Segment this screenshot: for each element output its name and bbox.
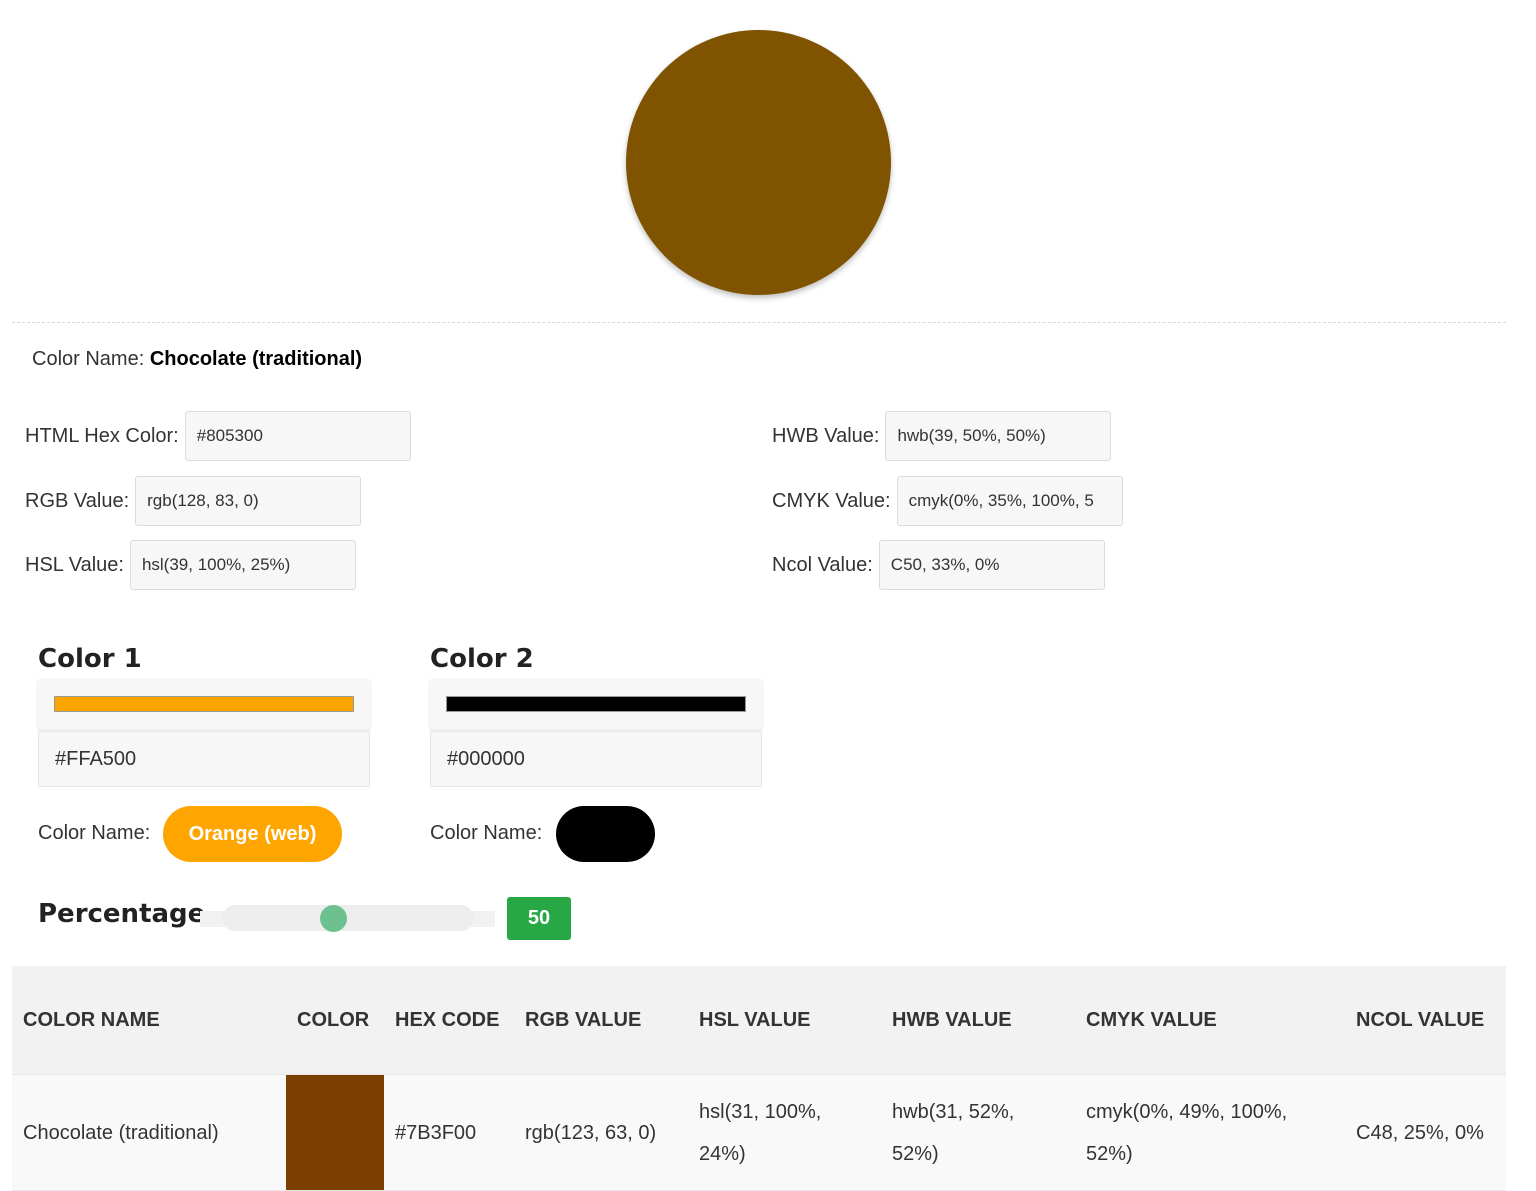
header-cmyk-value: CMYK Value [1075,966,1345,1075]
rgb-field-row: RGB Value: rgb(128, 83, 0) [25,476,362,526]
header-rgb-value: RGB Value [514,966,688,1075]
row-hex: #7B3F00 [384,1074,514,1191]
results-table: Color Name Color Hex Code RGB Value HSL … [12,966,1506,1191]
color-name-value: Chocolate (traditional) [149,348,363,370]
table-row: Chocolate (traditional) #7B3F00 rgb(123,… [12,1074,1506,1191]
color1-picker[interactable] [38,679,370,729]
row-color-swatch [286,1075,384,1190]
hex-field[interactable]: #805300 [184,411,411,461]
hsl-label: HSL Value: [25,553,124,576]
rgb-field[interactable]: rgb(128, 83, 0) [135,476,362,526]
hsl-field-row: HSL Value: hsl(39, 100%, 25%) [25,540,356,590]
ncol-field-row: Ncol Value: C50, 33%, 0% [772,540,1105,590]
percentage-slider-thumb[interactable] [319,905,347,932]
row-cmyk: cmyk(0%, 49%, 100%, 52%) [1075,1074,1345,1191]
hsl-field[interactable]: hsl(39, 100%, 25%) [129,540,356,590]
color1-name-label: Color Name: [38,822,151,844]
color2-swatch-bar [446,696,746,712]
hex-field-row: HTML Hex Color: #805300 [25,411,411,461]
color2-name-label: Color Name: [430,822,543,844]
section-divider [12,322,1506,323]
row-hsl: hsl(31, 100%, 24%) [688,1074,881,1191]
row-color-cell [286,1074,384,1191]
percentage-slider-track[interactable] [222,905,474,931]
hwb-field[interactable]: hwb(39, 50%, 50%) [885,411,1112,461]
hwb-field-row: HWB Value: hwb(39, 50%, 50%) [772,411,1112,461]
header-hwb-value: HWB Value [881,966,1075,1075]
rgb-label: RGB Value: [25,489,130,512]
header-hex-code: Hex Code [384,966,514,1075]
color1-hex-input[interactable]: #FFA500 [38,731,370,787]
row-ncol: C48, 25%, 0% [1345,1074,1506,1191]
hex-label: HTML Hex Color: [25,424,179,447]
color1-name-badge: Orange (web) [163,806,342,862]
color-name-label: Color Name: [32,348,145,370]
color2-picker[interactable] [430,679,762,729]
percentage-title: Percentage [38,899,206,929]
color-name: Color Name: Chocolate (traditional) [32,348,362,371]
color2-title: Color 2 [430,644,534,674]
color2-name-badge [556,806,655,862]
header-color: Color [286,966,384,1075]
cmyk-field[interactable]: cmyk(0%, 35%, 100%, 5 [896,476,1123,526]
percentage-value-badge: 50 [507,897,571,940]
row-hwb: hwb(31, 52%, 52%) [881,1074,1075,1191]
row-rgb: rgb(123, 63, 0) [514,1074,688,1191]
main-color-swatch [626,30,891,295]
ncol-field[interactable]: C50, 33%, 0% [878,540,1105,590]
color2-hex-input[interactable]: #000000 [430,731,762,787]
row-color-name: Chocolate (traditional) [12,1074,286,1191]
header-color-name: Color Name [12,966,286,1075]
cmyk-label: CMYK Value: [772,489,891,512]
table-header-row: Color Name Color Hex Code RGB Value HSL … [12,966,1506,1075]
cmyk-field-row: CMYK Value: cmyk(0%, 35%, 100%, 5 [772,476,1123,526]
color1-swatch-bar [54,696,354,712]
header-ncol-value: Ncol Value [1345,966,1506,1075]
header-hsl-value: HSL Value [688,966,881,1075]
ncol-label: Ncol Value: [772,553,873,576]
color1-title: Color 1 [38,644,142,674]
hwb-label: HWB Value: [772,424,880,447]
